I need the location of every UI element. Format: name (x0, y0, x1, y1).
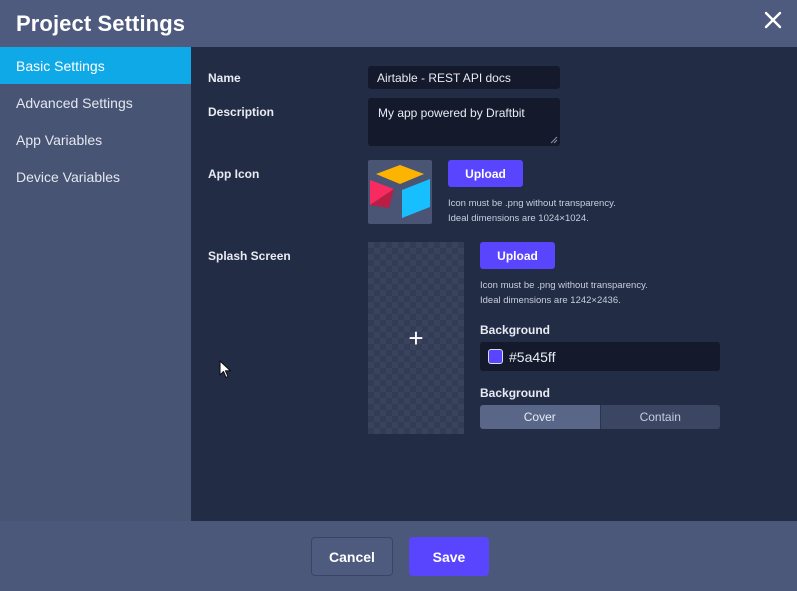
sidebar-item-label: Basic Settings (16, 57, 105, 74)
plus-icon: + (408, 323, 424, 353)
cover-option[interactable]: Cover (480, 405, 600, 429)
mouse-cursor-icon (219, 360, 232, 379)
sidebar-item-label: Advanced Settings (16, 94, 133, 111)
app-icon-upload-button[interactable]: Upload (448, 160, 523, 187)
page-title: Project Settings (16, 10, 186, 36)
splash-hint: Icon must be .png without transparency. … (480, 278, 648, 308)
sidebar-item-basic-settings[interactable]: Basic Settings (0, 47, 191, 84)
app-icon-hint-line2: Ideal dimensions are 1024×1024. (448, 213, 589, 224)
close-button[interactable] (761, 8, 785, 32)
close-icon (764, 11, 782, 29)
sidebar-item-app-variables[interactable]: App Variables (0, 121, 191, 158)
sidebar-item-advanced-settings[interactable]: Advanced Settings (0, 84, 191, 121)
splash-hint-line2: Ideal dimensions are 1242×2436. (480, 295, 621, 306)
settings-content: Name Description My app powered by Draft… (191, 47, 797, 521)
app-icon-hint-line1: Icon must be .png without transparency. (448, 198, 616, 209)
dialog-header: Project Settings (0, 0, 797, 47)
airtable-logo-icon (370, 165, 430, 218)
sidebar-item-label: Device Variables (16, 168, 121, 185)
cancel-button[interactable]: Cancel (311, 537, 393, 576)
background-mode-label: Background (480, 386, 551, 400)
contain-option[interactable]: Contain (599, 405, 720, 429)
app-icon-hint: Icon must be .png without transparency. … (448, 196, 616, 226)
sidebar-item-device-variables[interactable]: Device Variables (0, 158, 191, 195)
app-icon-label: App Icon (208, 167, 260, 181)
save-button[interactable]: Save (409, 537, 489, 576)
splash-upload-button[interactable]: Upload (480, 242, 555, 269)
name-input[interactable] (368, 66, 560, 89)
dialog-footer: Cancel Save (0, 521, 797, 591)
sidebar-item-label: App Variables (16, 131, 103, 148)
name-label: Name (208, 71, 241, 85)
background-color-value: #5a45ff (509, 348, 556, 365)
splash-screen-dropzone[interactable]: + (368, 242, 464, 434)
background-color-label: Background (480, 323, 551, 337)
color-swatch[interactable] (488, 349, 503, 364)
splash-hint-line1: Icon must be .png without transparency. (480, 280, 648, 291)
background-mode-toggle: Cover Contain (480, 405, 720, 429)
settings-sidebar: Basic Settings Advanced Settings App Var… (0, 47, 191, 521)
splash-screen-label: Splash Screen (208, 249, 291, 263)
background-color-field[interactable]: #5a45ff (480, 342, 720, 371)
app-icon-preview[interactable] (368, 160, 432, 224)
resize-grip-icon[interactable] (550, 136, 558, 144)
description-text: My app powered by Draftbit (378, 106, 525, 120)
description-textarea[interactable]: My app powered by Draftbit (368, 98, 560, 146)
description-label: Description (208, 105, 275, 119)
